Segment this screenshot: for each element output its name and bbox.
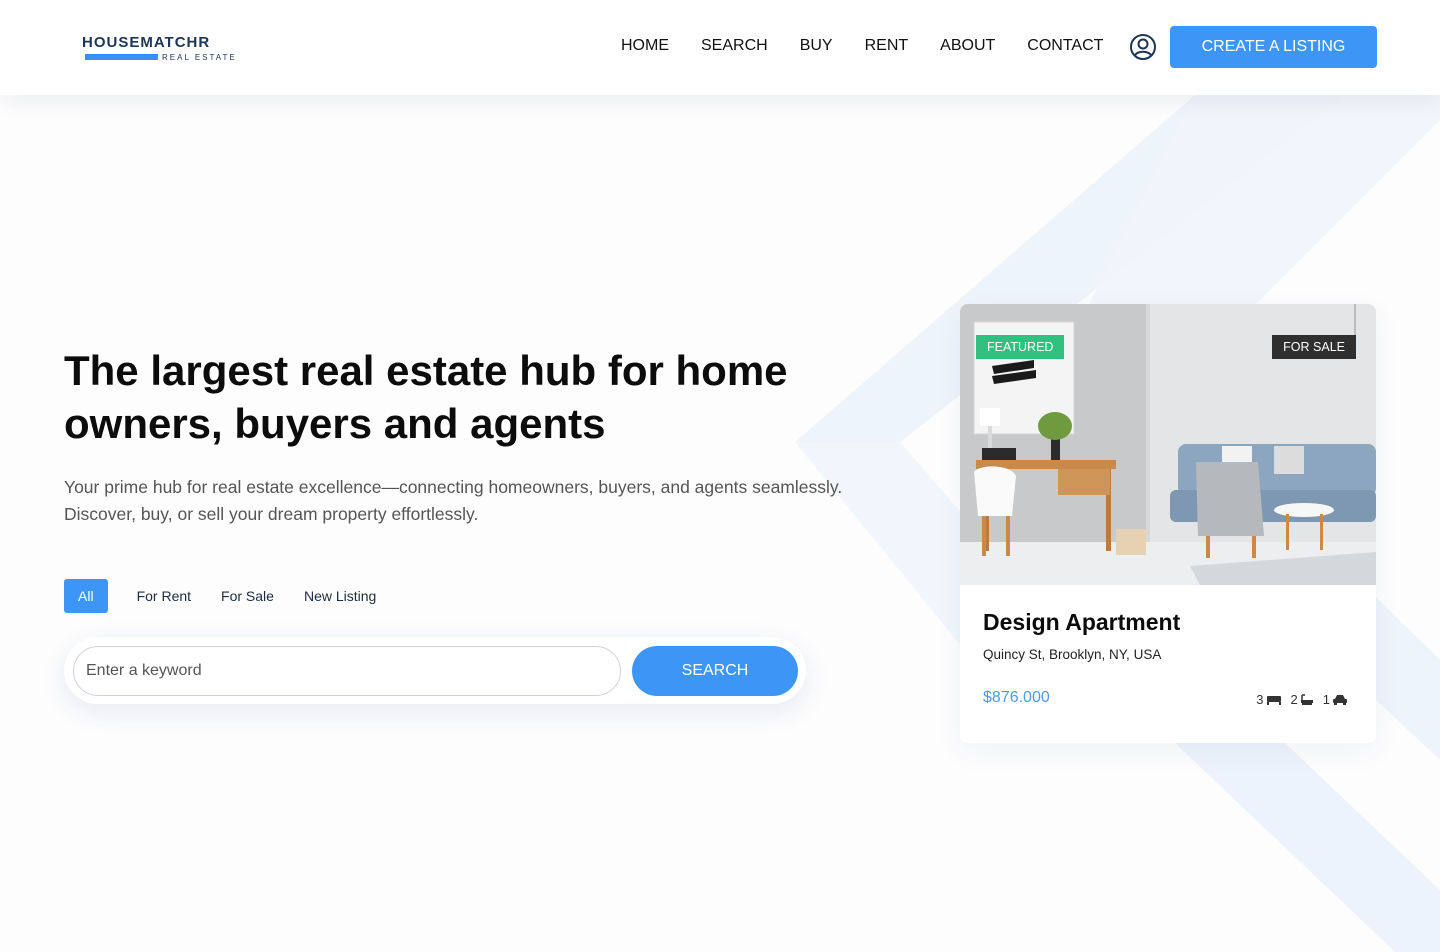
- for-sale-badge: FOR SALE: [1272, 335, 1356, 359]
- nav-home[interactable]: HOME: [605, 37, 685, 55]
- tab-all[interactable]: All: [64, 579, 108, 613]
- listing-features: 3 2 1: [1247, 692, 1348, 707]
- listing-card[interactable]: FEATURED FOR SALE Design Apartment Quinc…: [960, 304, 1376, 743]
- logo-bar: [85, 54, 158, 60]
- bathrooms: 2: [1291, 692, 1314, 707]
- garage-count: 1: [1322, 692, 1330, 707]
- hero-subtitle: Your prime hub for real estate excellenc…: [64, 477, 843, 524]
- bathroom-count: 2: [1290, 692, 1298, 707]
- create-listing-button[interactable]: CREATE A LISTING: [1170, 26, 1377, 68]
- search-button[interactable]: SEARCH: [632, 646, 798, 696]
- bedroom-count: 3: [1256, 692, 1264, 707]
- bath-icon: [1300, 693, 1313, 705]
- hero-title: The largest real estate hub for home own…: [64, 347, 788, 447]
- listing-title[interactable]: Design Apartment: [983, 609, 1180, 636]
- tab-for-sale[interactable]: For Sale: [206, 579, 289, 613]
- car-icon: [1333, 694, 1347, 705]
- featured-badge: FEATURED: [976, 335, 1065, 359]
- bedrooms: 3: [1256, 692, 1281, 707]
- listing-address: Quincy St, Brooklyn, NY, USA: [983, 647, 1162, 662]
- nav-about[interactable]: ABOUT: [924, 37, 1011, 55]
- keyword-search-input[interactable]: [73, 646, 621, 696]
- listing-price: $876.000: [983, 689, 1050, 706]
- nav-buy[interactable]: BUY: [784, 37, 849, 55]
- nav-search[interactable]: SEARCH: [685, 37, 784, 55]
- logo[interactable]: HOUSEMATCHR REAL ESTATE: [82, 34, 242, 64]
- nav-contact[interactable]: CONTACT: [1011, 37, 1119, 55]
- site-header: HOUSEMATCHR REAL ESTATE HOME SEARCH BUY …: [0, 0, 1440, 95]
- logo-tagline: REAL ESTATE: [162, 53, 237, 62]
- tab-new-listing[interactable]: New Listing: [289, 579, 391, 613]
- main-nav: HOME SEARCH BUY RENT ABOUT CONTACT: [605, 37, 1119, 55]
- tab-for-rent[interactable]: For Rent: [122, 579, 206, 613]
- user-circle-icon[interactable]: [1129, 33, 1157, 61]
- nav-rent[interactable]: RENT: [849, 37, 925, 55]
- garage: 1: [1323, 692, 1348, 707]
- filter-tabs: All For Rent For Sale New Listing: [64, 579, 391, 613]
- bed-icon: [1266, 695, 1281, 705]
- logo-name: HOUSEMATCHR: [82, 34, 211, 51]
- search-bar: SEARCH: [64, 637, 806, 704]
